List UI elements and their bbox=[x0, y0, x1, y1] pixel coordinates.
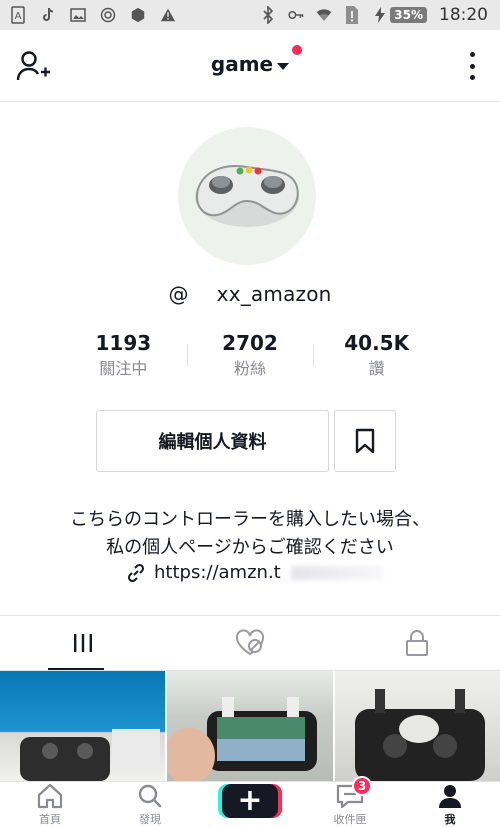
nav-profile[interactable]: 我 bbox=[400, 782, 500, 827]
video-grid bbox=[0, 671, 500, 781]
nav-label: 首頁 bbox=[39, 813, 61, 826]
inbox-badge: 3 bbox=[352, 776, 372, 796]
private-tab[interactable] bbox=[333, 616, 500, 670]
stat-likes[interactable]: 40.5K 讚 bbox=[313, 330, 440, 386]
notification-dot bbox=[292, 45, 302, 55]
content-tabs bbox=[0, 615, 500, 671]
key-icon bbox=[288, 6, 304, 24]
stat-following[interactable]: 1193 關注中 bbox=[60, 330, 187, 386]
username: @ xx_amazon bbox=[0, 282, 500, 306]
bluetooth-icon bbox=[260, 6, 276, 24]
grid-icon bbox=[74, 634, 93, 652]
active-tab-indicator bbox=[48, 668, 104, 670]
followers-label: 粉絲 bbox=[234, 359, 267, 378]
profile-stats: 1193 關注中 2702 粉絲 40.5K 讚 bbox=[60, 330, 440, 386]
video-thumbnail[interactable] bbox=[0, 671, 166, 781]
followers-count: 2702 bbox=[222, 331, 278, 355]
nav-inbox[interactable]: 3 收件匣 bbox=[300, 776, 400, 827]
favorites-button[interactable] bbox=[334, 410, 396, 472]
status-bar: A 35% 18:20 bbox=[0, 0, 500, 30]
lock-icon bbox=[405, 630, 428, 656]
following-count: 1193 bbox=[95, 331, 152, 355]
edit-profile-button[interactable]: 編輯個人資料 bbox=[96, 410, 329, 472]
video-thumbnail[interactable] bbox=[334, 671, 500, 781]
warning-icon bbox=[160, 6, 176, 24]
following-label: 關注中 bbox=[99, 359, 148, 378]
nav-label: 發現 bbox=[139, 813, 161, 826]
bio-line: こちらのコントローラーを購入したい場合、 bbox=[70, 509, 430, 530]
bio-line: 私の個人ページからご確認ください bbox=[106, 537, 394, 558]
video-thumbnail[interactable] bbox=[167, 671, 333, 781]
heart-hidden-icon bbox=[235, 629, 265, 656]
bookmark-icon bbox=[355, 428, 375, 454]
ring-icon bbox=[100, 6, 116, 24]
more-vertical-icon[interactable] bbox=[468, 52, 476, 80]
profile-header: game bbox=[0, 30, 500, 102]
hexagon-icon bbox=[130, 6, 146, 24]
liked-tab[interactable] bbox=[167, 616, 334, 670]
videos-tab[interactable] bbox=[0, 616, 167, 670]
nav-home[interactable]: 首頁 bbox=[0, 782, 100, 827]
chevron-down-icon bbox=[277, 63, 290, 70]
stat-followers[interactable]: 2702 粉絲 bbox=[186, 330, 314, 386]
nav-discover[interactable]: 發現 bbox=[100, 782, 200, 827]
nav-create[interactable]: + bbox=[200, 782, 300, 827]
home-icon bbox=[35, 782, 65, 810]
tiktok-icon bbox=[40, 6, 56, 24]
link-redacted bbox=[290, 565, 383, 580]
link-icon bbox=[127, 563, 145, 582]
search-icon bbox=[135, 782, 165, 810]
avatar[interactable] bbox=[178, 127, 316, 265]
account-switcher[interactable]: game bbox=[0, 52, 500, 76]
profile-bio: こちらのコントローラーを購入したい場合、 私の個人ページからご確認ください bbox=[0, 506, 500, 562]
at-sign: @ bbox=[168, 282, 189, 306]
profile-icon bbox=[435, 782, 465, 810]
sim-icon bbox=[344, 6, 360, 24]
wifi-icon bbox=[316, 6, 332, 24]
charging-icon bbox=[372, 6, 388, 24]
battery-indicator: 35% bbox=[372, 6, 427, 24]
a-notification-icon: A bbox=[10, 6, 26, 24]
profile-link[interactable]: https://amzn.t bbox=[126, 562, 383, 583]
likes-count: 40.5K bbox=[344, 331, 410, 355]
svg-text:A: A bbox=[15, 11, 22, 22]
nav-label: 我 bbox=[444, 813, 456, 826]
username-text: xx_amazon bbox=[216, 282, 332, 306]
likes-label: 讚 bbox=[368, 359, 385, 378]
plus-icon: + bbox=[222, 784, 278, 818]
nav-label: 收件匣 bbox=[333, 813, 367, 826]
battery-level: 35% bbox=[390, 7, 427, 23]
bottom-navigation: 首頁 發現 + 3 收件匣 我 bbox=[0, 776, 500, 827]
clock: 18:20 bbox=[439, 5, 488, 25]
image-icon bbox=[70, 6, 86, 24]
page-title: game bbox=[210, 52, 274, 76]
link-text: https://amzn.t bbox=[154, 562, 281, 583]
